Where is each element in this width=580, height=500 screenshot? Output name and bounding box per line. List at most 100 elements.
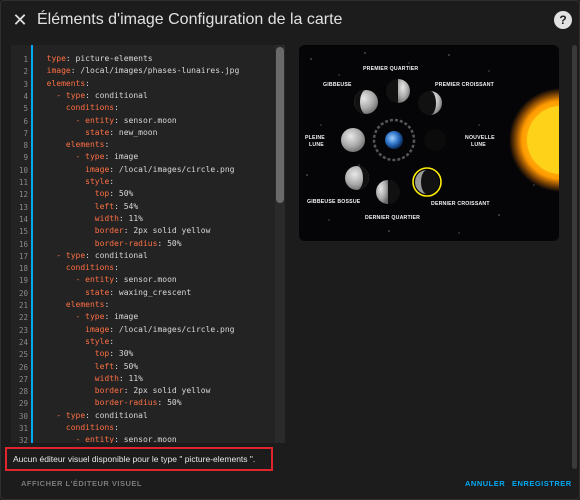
cancel-button[interactable]: ANNULER	[465, 479, 505, 488]
yaml-key: type	[65, 410, 86, 420]
code-line: - type: image	[75, 152, 139, 162]
editor-scrollbar-thumb[interactable]	[276, 47, 284, 203]
code-line: - type: conditional	[56, 90, 148, 100]
yaml-value: /local/images/circle.png	[118, 324, 235, 334]
code-line: state: new_moon	[85, 127, 158, 137]
yaml-key: elements	[65, 140, 105, 150]
moon-phases-image	[299, 45, 559, 241]
yaml-key: image	[85, 324, 110, 334]
yaml-key: type	[65, 250, 86, 260]
yaml-key: state	[85, 287, 110, 297]
yaml-value: image	[114, 312, 139, 322]
moon-new	[424, 129, 446, 151]
yaml-value: 11%	[128, 213, 143, 223]
yaml-key: elements	[65, 300, 105, 309]
code-line: conditions:	[65, 423, 124, 432]
line-number: 26	[18, 362, 28, 372]
yaml-key: type	[85, 312, 105, 322]
dialog-scrollbar[interactable]	[572, 45, 577, 469]
yaml-key: entity	[85, 435, 115, 443]
yaml-code-editor[interactable]: 1 2 3 4 5 6 7 8 9 10 11 12 13 14 15 16 17 18 19 20 21 22 23 24 2…	[11, 45, 285, 443]
code-line: style:	[85, 336, 119, 346]
line-number: 10	[18, 165, 28, 175]
yaml-key: style	[85, 336, 110, 346]
yaml-key: type	[65, 90, 86, 100]
line-number: 8	[23, 141, 28, 151]
yaml-value: 50%	[167, 238, 182, 248]
label-nouvelle: NOUVELLE	[465, 135, 495, 141]
line-number: 22	[18, 313, 28, 323]
line-number: 31	[18, 424, 28, 433]
moon-full	[341, 128, 365, 152]
line-number: 28	[18, 387, 28, 397]
moon-last-quarter	[376, 180, 400, 204]
yaml-key: width	[94, 213, 119, 223]
line-number-gutter: 1 2 3 4 5 6 7 8 9 10 11 12 13 14 15 16 17 18 19 20 21 22 23 24 2…	[11, 45, 31, 443]
line-number: 7	[23, 128, 28, 138]
code-line: - entity: sensor.moon	[75, 435, 177, 443]
code-line: image: /local/images/phases-lunaires.jpg	[46, 66, 240, 76]
code-line: image: /local/images/circle.png	[85, 164, 235, 174]
code-line: - type: conditional	[56, 410, 148, 420]
yaml-value: 2px solid yellow	[133, 226, 211, 236]
yaml-key: left	[94, 361, 115, 371]
line-number: 21	[18, 301, 28, 310]
line-number: 30	[18, 411, 28, 421]
code-line: elements:	[65, 140, 115, 150]
line-number: 23	[18, 325, 28, 335]
line-number: 19	[18, 276, 28, 286]
yaml-value: conditional	[94, 410, 148, 420]
yaml-value: 50%	[118, 189, 134, 199]
code-line: left: 54%	[94, 201, 139, 211]
yaml-key: image	[85, 164, 110, 174]
yaml-value: sensor.moon	[123, 275, 177, 285]
line-number: 9	[23, 153, 28, 163]
label-gibbeuse-bossue: GIBBEUSE BOSSUE	[307, 199, 361, 205]
yaml-key: conditions	[65, 263, 115, 273]
line-number: 2	[23, 67, 28, 77]
error-message-box: Aucun éditeur visuel disponible pour le …	[5, 447, 273, 471]
yaml-key: conditions	[65, 103, 115, 113]
yaml-key: entity	[85, 275, 115, 285]
line-number: 13	[18, 202, 28, 212]
line-number: 25	[18, 350, 28, 360]
line-number: 4	[23, 91, 28, 101]
code-line: top: 30%	[94, 349, 134, 359]
code-line: width: 11%	[94, 373, 143, 383]
yaml-key: border-radius	[94, 398, 158, 408]
moon-waxing-gibbous	[354, 90, 378, 114]
yaml-value: waxing_crescent	[118, 287, 192, 297]
line-number: 24	[18, 337, 28, 347]
yaml-value: new_moon	[118, 127, 158, 137]
yaml-key: state	[85, 127, 110, 137]
label-pleine: PLEINE	[305, 135, 325, 141]
yaml-value: /local/images/phases-lunaires.jpg	[80, 66, 240, 76]
yaml-value: conditional	[94, 90, 148, 100]
yaml-key: border	[94, 226, 124, 236]
yaml-key: type	[85, 152, 105, 162]
close-icon[interactable]: ✕	[10, 10, 30, 30]
code-line: - type: conditional	[56, 250, 148, 260]
save-button[interactable]: ENREGISTRER	[512, 479, 572, 488]
label-lune-1: LUNE	[309, 142, 324, 148]
yaml-key: elements	[46, 78, 86, 88]
label-premier-quartier: PREMIER QUARTIER	[363, 66, 419, 72]
line-number: 29	[18, 399, 28, 409]
code-line: border-radius: 50%	[94, 238, 182, 248]
yaml-value: 2px solid yellow	[133, 386, 211, 396]
yaml-value: image	[114, 152, 139, 162]
card-preview: PREMIER QUARTIER GIBBEUSE PREMIER CROISS…	[299, 45, 559, 241]
show-visual-editor-button[interactable]: AFFICHER L'ÉDITEUR VISUEL	[21, 479, 142, 488]
label-gibbeuse: GIBBEUSE	[323, 82, 352, 88]
moon-first-quarter	[386, 79, 410, 103]
line-number: 6	[23, 116, 28, 126]
yaml-key: border-radius	[94, 238, 158, 248]
yaml-value: 54%	[123, 201, 139, 211]
yaml-value: 50%	[123, 361, 139, 371]
code-line: top: 50%	[94, 189, 134, 199]
label-premier-croissant: PREMIER CROISSANT	[435, 82, 495, 88]
help-icon[interactable]: ?	[554, 11, 572, 29]
code-line: - entity: sensor.moon	[75, 275, 177, 285]
code-line: elements:	[46, 78, 95, 88]
line-number: 18	[18, 264, 28, 274]
